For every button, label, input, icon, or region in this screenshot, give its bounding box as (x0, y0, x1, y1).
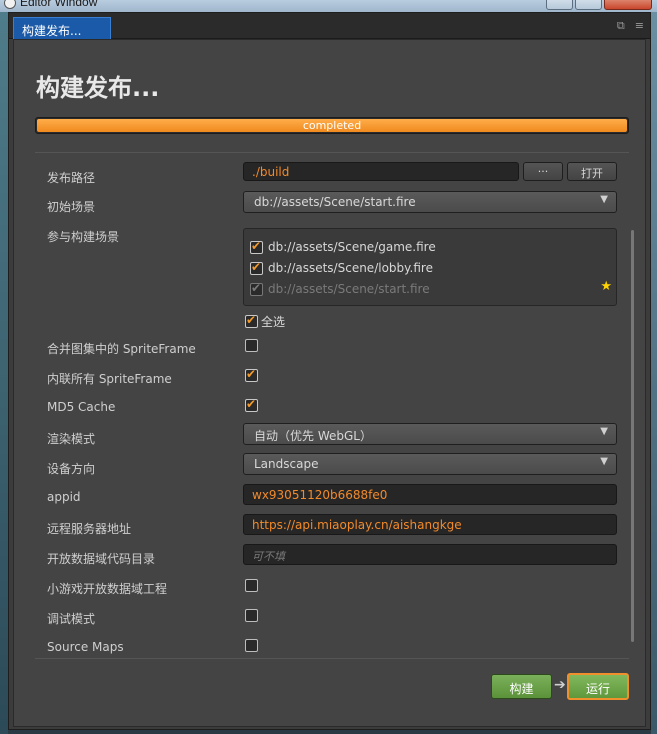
open-data-dir-input[interactable]: 可不填 (243, 544, 617, 565)
start-scene-label: 初始场景 (47, 200, 96, 214)
source-maps-checkbox[interactable] (245, 639, 258, 652)
scene-label: db://assets/Scene/start.fire (268, 282, 430, 296)
render-mode-value: 自动（优先 WebGL） (254, 429, 372, 443)
appid-input[interactable]: wx93051120b6688fe0 (243, 484, 617, 505)
open-button[interactable]: 打开 (567, 162, 617, 181)
divider (35, 152, 629, 153)
check-icon: ✔ (246, 367, 257, 381)
minimize-button[interactable] (546, 0, 573, 10)
start-scene-value: db://assets/Scene/start.fire (254, 195, 416, 209)
build-panel: 构建发布... completed 发布路径 ./build ··· 打开 初始… (13, 39, 646, 727)
tab-tools: ⧉ ≡ (617, 19, 644, 33)
scene-checkbox[interactable]: ✔ (250, 238, 263, 254)
debug-mode-label: 调试模式 (47, 612, 96, 626)
progress-label: completed (302, 119, 362, 132)
select-all-checkbox[interactable]: ✔ (245, 313, 258, 328)
window-frame-left (0, 12, 8, 734)
subgame-open-data-label: 小游戏开放数据域工程 (47, 582, 168, 596)
close-button[interactable] (604, 0, 652, 10)
select-all[interactable]: ✔ 全选 (245, 313, 285, 330)
scene-item-start: ✔ db://assets/Scene/start.fire (250, 280, 430, 296)
subgame-open-data-checkbox[interactable] (245, 579, 258, 592)
editor-window: 构建发布... ⧉ ≡ 构建发布... completed 发布路径 ./bui… (8, 12, 651, 730)
remote-server-input[interactable]: https://api.miaoplay.cn/aishangkge (243, 514, 617, 535)
popout-icon[interactable]: ⧉ (617, 19, 625, 33)
check-icon: ✔ (251, 280, 262, 295)
arrow-right-icon: ➔ (554, 677, 566, 693)
remote-server-label: 远程服务器地址 (47, 522, 132, 536)
tab-build-publish[interactable]: 构建发布... (13, 17, 111, 39)
chevron-down-icon: ▼ (600, 456, 608, 467)
window-frame-right (651, 12, 657, 734)
scenes-list: ✔ db://assets/Scene/game.fire ✔ db://ass… (243, 228, 617, 306)
app-icon (4, 0, 16, 9)
merge-spriteframe-checkbox[interactable] (245, 339, 258, 352)
chevron-down-icon: ▼ (600, 194, 608, 205)
os-titlebar: Editor Window (0, 0, 657, 12)
debug-mode-checkbox[interactable] (245, 609, 258, 622)
menu-icon[interactable]: ≡ (635, 19, 644, 33)
divider (35, 658, 629, 659)
inline-spriteframe-checkbox[interactable]: ✔ (245, 367, 258, 382)
scene-label: db://assets/Scene/game.fire (268, 240, 436, 254)
build-progress-bar: completed (35, 117, 629, 134)
source-maps-label: Source Maps (47, 640, 124, 654)
star-icon: ★ (600, 279, 612, 294)
maximize-button[interactable] (575, 0, 602, 10)
appid-label: appid (47, 490, 81, 504)
os-window-title: Editor Window (20, 0, 98, 9)
build-path-label: 发布路径 (47, 171, 96, 185)
scene-label: db://assets/Scene/lobby.fire (268, 261, 433, 275)
inline-spriteframe-label: 内联所有 SpriteFrame (47, 372, 172, 386)
check-icon: ✔ (251, 238, 262, 253)
page-title: 构建发布... (36, 74, 160, 102)
orientation-label: 设备方向 (47, 462, 96, 476)
start-scene-select[interactable]: db://assets/Scene/start.fire ▼ (243, 191, 617, 213)
chevron-down-icon: ▼ (600, 426, 608, 437)
build-path-input[interactable]: ./build (243, 162, 519, 181)
check-icon: ✔ (246, 313, 257, 327)
merge-spriteframe-label: 合并图集中的 SpriteFrame (47, 342, 196, 356)
scene-item-lobby[interactable]: ✔ db://assets/Scene/lobby.fire (250, 259, 433, 275)
orientation-select[interactable]: Landscape ▼ (243, 453, 617, 475)
render-mode-label: 渲染模式 (47, 432, 96, 446)
scene-checkbox: ✔ (250, 280, 263, 296)
md5-cache-label: MD5 Cache (47, 400, 116, 414)
scenes-label: 参与构建场景 (47, 230, 120, 244)
run-button[interactable]: 运行 (567, 673, 629, 700)
scrollbar[interactable] (631, 230, 634, 642)
check-icon: ✔ (251, 259, 262, 274)
md5-cache-checkbox[interactable]: ✔ (245, 397, 258, 412)
orientation-value: Landscape (254, 457, 319, 471)
open-data-dir-label: 开放数据域代码目录 (47, 552, 156, 566)
select-all-label: 全选 (261, 315, 286, 329)
build-button[interactable]: 构建 (491, 674, 552, 699)
browse-button[interactable]: ··· (523, 162, 563, 181)
scene-item-game[interactable]: ✔ db://assets/Scene/game.fire (250, 238, 436, 254)
tab-bar: 构建发布... ⧉ ≡ (9, 13, 650, 39)
check-icon: ✔ (246, 397, 257, 411)
scene-checkbox[interactable]: ✔ (250, 259, 263, 275)
render-mode-select[interactable]: 自动（优先 WebGL） ▼ (243, 423, 617, 445)
